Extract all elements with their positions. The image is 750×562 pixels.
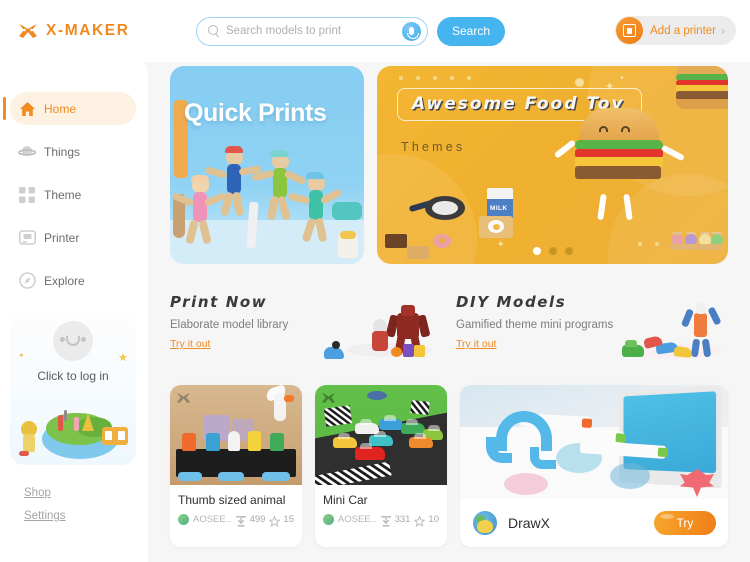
banner-quick-prints[interactable]: Quick Prints [170,66,364,264]
chocolate-illustration [385,234,407,248]
download-icon [235,514,246,527]
card-body: Mini Car AOSEE... 331 10 [315,485,447,535]
frying-pan-illustration [408,196,465,222]
download-count: 331 [394,514,411,525]
donut-illustration [433,234,451,248]
add-printer-label: Add a printer [650,24,716,37]
card-thumbnail [170,385,302,485]
like-count: 15 [283,514,294,525]
carousel-dot-2[interactable] [548,247,557,255]
sidebar: Home Things Theme Printer Explore ✦ ★ Cl… [0,50,148,562]
card-row: Thumb sized animal AOSEE... 499 15 Mini … [170,385,728,547]
featured-footer: DrawX Try [460,499,728,547]
banner-quick-prints-title: Quick Prints [184,99,327,127]
print-now-illustration [318,289,438,361]
like-count: 10 [428,514,439,525]
sidebar-item-home[interactable]: Home [3,92,136,125]
sidebar-nav: Home Things Theme Printer Explore [0,50,148,297]
ice-cream-stand-illustration [670,220,723,250]
card-badge-icon [321,391,336,404]
banner-row: Quick Prints ✦ ✦ ✦ Awesome Food Toy Them… [170,66,728,264]
card-meta: AOSEE... 499 15 [178,514,294,528]
login-label: Click to log in [37,369,109,383]
chevron-right-icon: › [721,23,725,38]
card-author: AOSEE... [338,514,377,525]
star-icon [413,514,427,528]
burger-character-illustration [553,108,686,221]
card-author: AOSEE... [193,514,232,525]
planet-icon [10,144,44,160]
card-thumbnail [315,385,447,485]
microphone-icon[interactable] [402,21,421,41]
banner-food-toy-subtitle: Themes [401,140,466,154]
wafer-illustration [407,246,429,259]
search-input[interactable] [226,25,402,37]
printer-icon [10,229,44,246]
card-title: Thumb sized animal [178,493,286,507]
featured-thumbnail [460,385,728,499]
sidebar-item-label: Theme [44,187,82,202]
sidebar-item-things[interactable]: Things [10,135,136,168]
app-logo-text: X-MAKER [46,22,130,39]
download-icon [380,514,391,527]
banner-carousel-dots[interactable] [532,247,573,255]
search-icon [208,25,220,37]
sidebar-item-label: Explore [44,273,85,288]
try-button[interactable]: Try [654,511,716,535]
main-content: Quick Prints ✦ ✦ ✦ Awesome Food Toy Them… [148,62,750,562]
card-meta: AOSEE... 331 10 [323,514,439,528]
sidebar-item-label: Printer [44,230,80,245]
card-body: Thumb sized animal AOSEE... 499 15 [170,485,302,535]
avatar [178,514,189,525]
promo-print-now[interactable]: Print Now Elaborate model library Try it… [170,293,442,363]
island-illustration [18,389,130,461]
sidebar-item-label: Home [44,101,77,116]
featured-title: DrawX [508,515,551,531]
printer-icon [616,17,644,44]
sidebar-item-printer[interactable]: Printer [10,221,136,254]
download-count: 499 [249,514,266,525]
search-button[interactable]: Search [437,16,506,46]
app-header: X-MAKER Search Add a printer › [0,0,750,62]
carousel-dot-1[interactable] [532,247,541,255]
milk-label: MILK [490,205,508,212]
sidebar-link-settings[interactable]: Settings [24,510,148,522]
home-icon [10,101,44,117]
smiley-avatar-icon [53,321,93,361]
login-card[interactable]: ✦ ★ Click to log in [10,313,136,465]
model-card-thumb-sized-animal[interactable]: Thumb sized animal AOSEE... 499 15 [170,385,302,547]
diy-models-illustration [604,289,724,361]
app-root: X-MAKER Search Add a printer › [0,0,750,562]
promo-row: Print Now Elaborate model library Try it… [170,293,728,363]
card-badge-icon [176,391,191,404]
app-logo[interactable]: X-MAKER [18,22,168,40]
featured-card-drawx[interactable]: DrawX Try [460,385,728,547]
star-icon [268,514,282,528]
x-maker-logo-icon [18,22,38,40]
avatar [323,514,334,525]
banner-food-toy[interactable]: ✦ ✦ ✦ Awesome Food Toy Themes MILK [377,66,728,264]
card-title: Mini Car [323,493,368,507]
search-area: Search [196,16,506,46]
add-printer-button[interactable]: Add a printer › [615,16,736,45]
sparkle-icon: ✦ [18,351,25,360]
grid-icon [10,186,44,203]
sidebar-item-theme[interactable]: Theme [10,178,136,211]
star-decoration-icon: ★ [118,352,128,364]
compass-icon [10,272,44,289]
sidebar-links: Shop Settings [24,487,148,522]
promo-link[interactable]: Try it out [170,338,210,350]
carousel-dot-3[interactable] [564,247,573,255]
egg-toast-illustration [479,216,513,238]
search-box[interactable] [196,16,428,46]
promo-link[interactable]: Try it out [456,338,496,350]
sidebar-link-shop[interactable]: Shop [24,487,148,499]
corner-burger-illustration [676,66,728,109]
sidebar-item-label: Things [44,144,81,159]
sidebar-item-explore[interactable]: Explore [10,264,136,297]
model-card-mini-car[interactable]: Mini Car AOSEE... 331 10 [315,385,447,547]
promo-diy-models[interactable]: DIY Models Gamified theme mini programs … [456,293,728,363]
drawx-logo-icon [472,510,498,536]
